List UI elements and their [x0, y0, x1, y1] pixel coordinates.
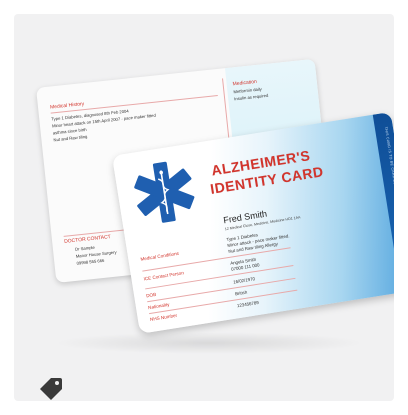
field-value: 123456789 — [236, 299, 260, 309]
price-tag-icon[interactable] — [36, 374, 66, 401]
card-shadow — [54, 332, 364, 354]
field-label-ice-contact: ICE Contact Person — [143, 270, 185, 282]
product-image-frame: Medical History Type 1 Diabetes, diagnos… — [14, 14, 394, 401]
field-label-dob: DOB — [145, 291, 157, 299]
field-value: 16/02/1970 — [232, 276, 256, 285]
field-label-medical-conditions: Medical Conditions — [140, 250, 180, 262]
row-divider — [149, 289, 298, 315]
field-label-nhs-number: NHS Number — [149, 312, 178, 323]
row-divider — [147, 277, 296, 303]
doctor-line: Dr Sample — [74, 244, 96, 252]
doctor-line: 09998 555 666 — [76, 257, 105, 266]
star-of-life-icon — [134, 161, 195, 223]
history-line: Nut and Raw tiling — [53, 133, 88, 143]
field-value: British — [234, 289, 248, 297]
field-label-nationality: Nationality — [147, 301, 170, 311]
